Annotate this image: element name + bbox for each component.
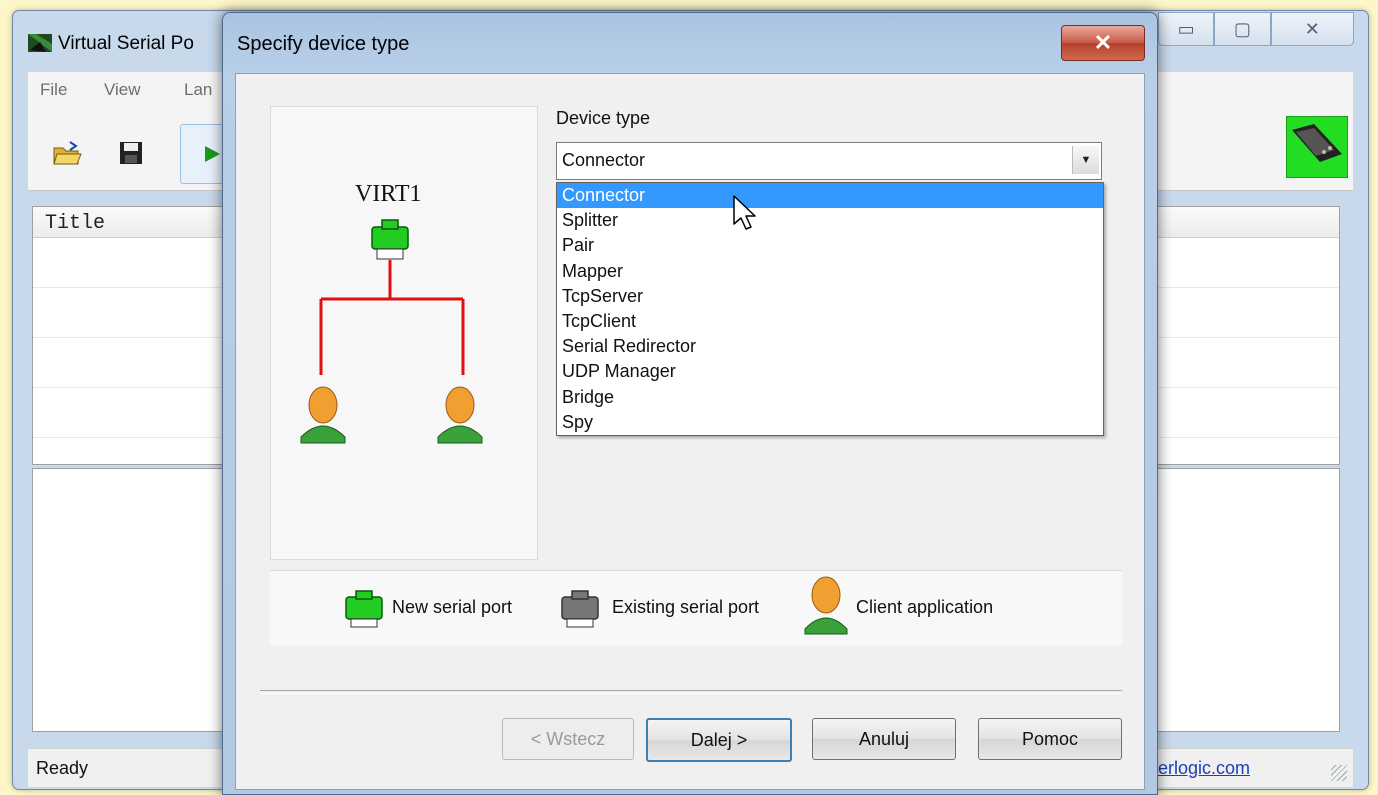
option-udp-manager[interactable]: UDP Manager <box>557 359 1103 384</box>
client-application-icon <box>437 386 483 444</box>
dialog-close-button[interactable]: ✕ <box>1061 25 1145 61</box>
dialog-body: VIRT1 Device type Connector ▼ Connector … <box>235 73 1145 790</box>
minimize-button[interactable]: ▭ <box>1158 12 1215 46</box>
play-icon <box>205 146 220 162</box>
website-link[interactable]: erlogic.com <box>1158 758 1250 779</box>
option-serial-redirector[interactable]: Serial Redirector <box>557 334 1103 359</box>
open-folder-icon[interactable] <box>52 140 82 166</box>
connection-lines <box>319 260 465 375</box>
close-icon: ✕ <box>1304 18 1320 39</box>
option-bridge[interactable]: Bridge <box>557 385 1103 410</box>
main-window-title: Virtual Serial Po <box>58 33 194 54</box>
next-button[interactable]: Dalej > <box>646 718 792 762</box>
save-icon[interactable] <box>118 140 144 166</box>
option-connector[interactable]: Connector <box>557 183 1103 209</box>
minimize-icon: ▭ <box>1177 18 1195 39</box>
new-serial-port-icon <box>371 219 409 260</box>
option-tcpserver[interactable]: TcpServer <box>557 284 1103 309</box>
chevron-down-icon[interactable]: ▼ <box>1072 146 1099 174</box>
maximize-icon: ▢ <box>1233 18 1251 39</box>
device-diagram: VIRT1 <box>270 106 538 560</box>
status-text: Ready <box>36 758 89 778</box>
legend-existing-port: Existing serial port <box>612 597 760 617</box>
new-serial-port-icon <box>345 590 383 628</box>
client-application-icon <box>804 576 848 635</box>
client-application-icon <box>300 386 346 444</box>
option-pair[interactable]: Pair <box>557 233 1103 258</box>
window-controls: ▭ ▢ ✕ <box>1158 12 1354 46</box>
menu-file[interactable]: File <box>40 80 67 100</box>
option-splitter[interactable]: Splitter <box>557 208 1103 233</box>
help-button[interactable]: Pomoc <box>978 718 1122 760</box>
menu-language[interactable]: Lan <box>184 80 212 100</box>
existing-serial-port-icon <box>561 590 599 628</box>
maximize-button[interactable]: ▢ <box>1214 12 1271 46</box>
dialog-title: Specify device type <box>237 33 410 55</box>
close-button[interactable]: ✕ <box>1270 12 1354 46</box>
device-type-value: Connector <box>562 150 646 170</box>
legend-client-app: Client application <box>856 597 994 617</box>
back-button[interactable]: < Wstecz <box>502 718 634 760</box>
specify-device-dialog: Specify device type ✕ VIRT1 Device type … <box>222 12 1158 795</box>
resize-grip-icon[interactable] <box>1331 765 1347 781</box>
divider <box>260 690 1122 694</box>
menu-view[interactable]: View <box>104 80 141 100</box>
legend-new-port: New serial port <box>392 597 513 617</box>
app-logo-icon <box>28 34 52 52</box>
brand-logo-icon <box>1286 116 1348 178</box>
column-title[interactable]: Title <box>45 212 105 235</box>
legend: New serial port Existing serial port Cli… <box>270 570 1122 645</box>
device-type-dropdown[interactable]: Connector Splitter Pair Mapper TcpServer… <box>556 182 1104 436</box>
cancel-button[interactable]: Anuluj <box>812 718 956 760</box>
close-icon: ✕ <box>1093 30 1113 55</box>
mouse-cursor-icon <box>733 195 756 230</box>
device-type-label: Device type <box>556 108 651 128</box>
option-spy[interactable]: Spy <box>557 410 1103 435</box>
option-mapper[interactable]: Mapper <box>557 259 1103 284</box>
connection-diagram <box>300 219 483 444</box>
option-tcpclient[interactable]: TcpClient <box>557 309 1103 334</box>
device-type-select[interactable]: Connector ▼ <box>556 142 1102 180</box>
